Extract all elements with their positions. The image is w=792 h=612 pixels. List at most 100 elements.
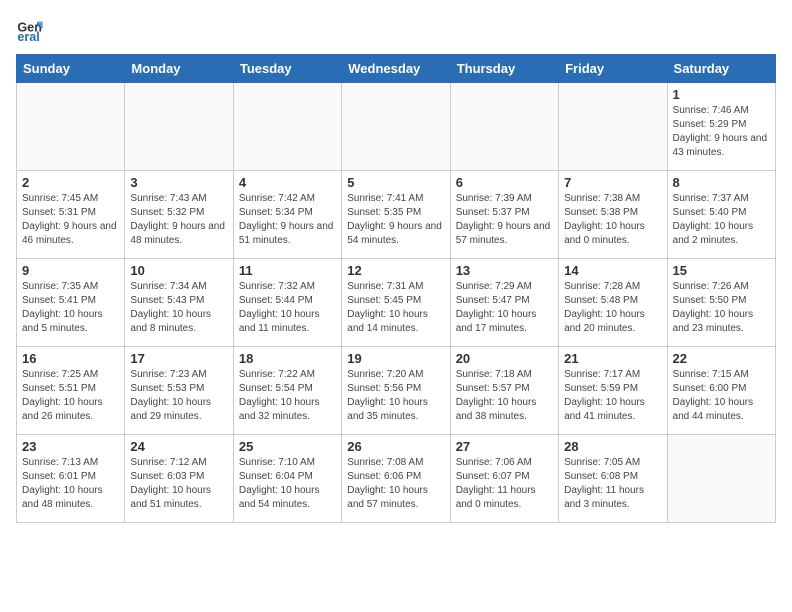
calendar-cell: 7 Sunrise: 7:38 AM Sunset: 5:38 PM Daylig… bbox=[559, 171, 667, 259]
calendar-week-4: 16 Sunrise: 7:25 AM Sunset: 5:51 PM Dayli… bbox=[17, 347, 776, 435]
day-number: 2 bbox=[22, 175, 119, 190]
header-day-tuesday: Tuesday bbox=[233, 55, 341, 83]
day-info: Sunrise: 7:12 AM Sunset: 6:03 PM Dayligh… bbox=[130, 456, 227, 512]
day-number: 8 bbox=[673, 175, 770, 190]
day-info: Sunrise: 7:35 AM Sunset: 5:41 PM Dayligh… bbox=[22, 280, 119, 336]
day-info: Sunrise: 7:23 AM Sunset: 5:53 PM Dayligh… bbox=[130, 368, 227, 424]
day-info: Sunrise: 7:45 AM Sunset: 5:31 PM Dayligh… bbox=[22, 192, 119, 248]
day-number: 19 bbox=[347, 351, 444, 366]
day-number: 9 bbox=[22, 263, 119, 278]
header-day-sunday: Sunday bbox=[17, 55, 125, 83]
day-info: Sunrise: 7:39 AM Sunset: 5:37 PM Dayligh… bbox=[456, 192, 553, 248]
calendar-cell: 4 Sunrise: 7:42 AM Sunset: 5:34 PM Daylig… bbox=[233, 171, 341, 259]
calendar-cell: 1 Sunrise: 7:46 AM Sunset: 5:29 PM Daylig… bbox=[667, 83, 775, 171]
day-info: Sunrise: 7:13 AM Sunset: 6:01 PM Dayligh… bbox=[22, 456, 119, 512]
day-number: 18 bbox=[239, 351, 336, 366]
day-number: 23 bbox=[22, 439, 119, 454]
calendar-cell: 12Sunrise: 7:31 AM Sunset: 5:45 PM Dayli… bbox=[342, 259, 450, 347]
day-number: 28 bbox=[564, 439, 661, 454]
calendar-cell: 21 Sunrise: 7:17 AM Sunset: 5:59 PM Dayli… bbox=[559, 347, 667, 435]
day-info: Sunrise: 7:37 AM Sunset: 5:40 PM Dayligh… bbox=[673, 192, 770, 248]
calendar-table: SundayMondayTuesdayWednesdayThursdayFrid… bbox=[16, 54, 776, 523]
calendar-cell: 5 Sunrise: 7:41 AM Sunset: 5:35 PM Daylig… bbox=[342, 171, 450, 259]
calendar-cell: 24 Sunrise: 7:12 AM Sunset: 6:03 PM Dayli… bbox=[125, 435, 233, 523]
calendar-cell: 13 Sunrise: 7:29 AM Sunset: 5:47 PM Dayli… bbox=[450, 259, 558, 347]
day-number: 10 bbox=[130, 263, 227, 278]
calendar-cell bbox=[559, 83, 667, 171]
day-info: Sunrise: 7:26 AM Sunset: 5:50 PM Dayligh… bbox=[673, 280, 770, 336]
day-info: Sunrise: 7:46 AM Sunset: 5:29 PM Dayligh… bbox=[673, 104, 770, 160]
logo-icon: Gen eral bbox=[16, 16, 44, 44]
day-number: 24 bbox=[130, 439, 227, 454]
day-number: 20 bbox=[456, 351, 553, 366]
day-info: Sunrise: 7:34 AM Sunset: 5:43 PM Dayligh… bbox=[130, 280, 227, 336]
day-number: 27 bbox=[456, 439, 553, 454]
day-number: 4 bbox=[239, 175, 336, 190]
day-info: Sunrise: 7:20 AM Sunset: 5:56 PM Dayligh… bbox=[347, 368, 444, 424]
calendar-cell: 3 Sunrise: 7:43 AM Sunset: 5:32 PM Daylig… bbox=[125, 171, 233, 259]
calendar-header-row: SundayMondayTuesdayWednesdayThursdayFrid… bbox=[17, 55, 776, 83]
day-info: Sunrise: 7:17 AM Sunset: 5:59 PM Dayligh… bbox=[564, 368, 661, 424]
calendar-week-3: 9 Sunrise: 7:35 AM Sunset: 5:41 PM Daylig… bbox=[17, 259, 776, 347]
calendar-cell bbox=[667, 435, 775, 523]
day-number: 17 bbox=[130, 351, 227, 366]
day-info: Sunrise: 7:15 AM Sunset: 6:00 PM Dayligh… bbox=[673, 368, 770, 424]
svg-text:eral: eral bbox=[17, 30, 39, 44]
calendar-cell: 16 Sunrise: 7:25 AM Sunset: 5:51 PM Dayli… bbox=[17, 347, 125, 435]
day-number: 15 bbox=[673, 263, 770, 278]
day-info: Sunrise: 7:29 AM Sunset: 5:47 PM Dayligh… bbox=[456, 280, 553, 336]
calendar-cell: 27 Sunrise: 7:06 AM Sunset: 6:07 PM Dayli… bbox=[450, 435, 558, 523]
header-day-thursday: Thursday bbox=[450, 55, 558, 83]
day-info: Sunrise: 7:05 AM Sunset: 6:08 PM Dayligh… bbox=[564, 456, 661, 512]
day-number: 14 bbox=[564, 263, 661, 278]
day-info: Sunrise: 7:38 AM Sunset: 5:38 PM Dayligh… bbox=[564, 192, 661, 248]
logo: Gen eral bbox=[16, 16, 48, 44]
day-number: 22 bbox=[673, 351, 770, 366]
day-info: Sunrise: 7:42 AM Sunset: 5:34 PM Dayligh… bbox=[239, 192, 336, 248]
page-header: Gen eral bbox=[16, 16, 776, 44]
day-info: Sunrise: 7:41 AM Sunset: 5:35 PM Dayligh… bbox=[347, 192, 444, 248]
day-info: Sunrise: 7:08 AM Sunset: 6:06 PM Dayligh… bbox=[347, 456, 444, 512]
calendar-week-1: 1 Sunrise: 7:46 AM Sunset: 5:29 PM Daylig… bbox=[17, 83, 776, 171]
day-number: 7 bbox=[564, 175, 661, 190]
day-info: Sunrise: 7:43 AM Sunset: 5:32 PM Dayligh… bbox=[130, 192, 227, 248]
calendar-cell: 25 Sunrise: 7:10 AM Sunset: 6:04 PM Dayli… bbox=[233, 435, 341, 523]
calendar-cell: 28 Sunrise: 7:05 AM Sunset: 6:08 PM Dayli… bbox=[559, 435, 667, 523]
day-number: 6 bbox=[456, 175, 553, 190]
calendar-cell: 6 Sunrise: 7:39 AM Sunset: 5:37 PM Daylig… bbox=[450, 171, 558, 259]
calendar-cell bbox=[17, 83, 125, 171]
header-day-friday: Friday bbox=[559, 55, 667, 83]
calendar-week-5: 23 Sunrise: 7:13 AM Sunset: 6:01 PM Dayli… bbox=[17, 435, 776, 523]
calendar-week-2: 2 Sunrise: 7:45 AM Sunset: 5:31 PM Daylig… bbox=[17, 171, 776, 259]
day-info: Sunrise: 7:25 AM Sunset: 5:51 PM Dayligh… bbox=[22, 368, 119, 424]
day-info: Sunrise: 7:10 AM Sunset: 6:04 PM Dayligh… bbox=[239, 456, 336, 512]
header-day-saturday: Saturday bbox=[667, 55, 775, 83]
calendar-cell: 14 Sunrise: 7:28 AM Sunset: 5:48 PM Dayli… bbox=[559, 259, 667, 347]
day-info: Sunrise: 7:32 AM Sunset: 5:44 PM Dayligh… bbox=[239, 280, 336, 336]
header-day-wednesday: Wednesday bbox=[342, 55, 450, 83]
day-number: 25 bbox=[239, 439, 336, 454]
calendar-cell: 11 Sunrise: 7:32 AM Sunset: 5:44 PM Dayli… bbox=[233, 259, 341, 347]
day-number: 5 bbox=[347, 175, 444, 190]
day-number: 12 bbox=[347, 263, 444, 278]
day-number: 11 bbox=[239, 263, 336, 278]
calendar-cell: 10 Sunrise: 7:34 AM Sunset: 5:43 PM Dayli… bbox=[125, 259, 233, 347]
header-day-monday: Monday bbox=[125, 55, 233, 83]
day-number: 16 bbox=[22, 351, 119, 366]
calendar-cell bbox=[125, 83, 233, 171]
day-info: Sunrise: 7:28 AM Sunset: 5:48 PM Dayligh… bbox=[564, 280, 661, 336]
day-number: 26 bbox=[347, 439, 444, 454]
day-number: 21 bbox=[564, 351, 661, 366]
day-number: 13 bbox=[456, 263, 553, 278]
day-number: 1 bbox=[673, 87, 770, 102]
calendar-cell: 17 Sunrise: 7:23 AM Sunset: 5:53 PM Dayli… bbox=[125, 347, 233, 435]
calendar-cell: 9 Sunrise: 7:35 AM Sunset: 5:41 PM Daylig… bbox=[17, 259, 125, 347]
day-info: Sunrise: 7:06 AM Sunset: 6:07 PM Dayligh… bbox=[456, 456, 553, 512]
calendar-cell bbox=[450, 83, 558, 171]
calendar-cell: 20 Sunrise: 7:18 AM Sunset: 5:57 PM Dayli… bbox=[450, 347, 558, 435]
day-number: 3 bbox=[130, 175, 227, 190]
calendar-cell: 26 Sunrise: 7:08 AM Sunset: 6:06 PM Dayli… bbox=[342, 435, 450, 523]
day-info: Sunrise: 7:18 AM Sunset: 5:57 PM Dayligh… bbox=[456, 368, 553, 424]
calendar-cell: 15 Sunrise: 7:26 AM Sunset: 5:50 PM Dayli… bbox=[667, 259, 775, 347]
calendar-cell bbox=[233, 83, 341, 171]
